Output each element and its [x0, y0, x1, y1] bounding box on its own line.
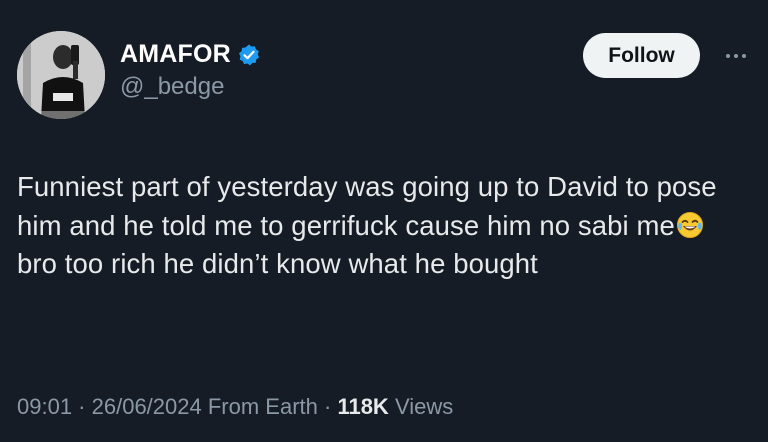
face-with-tears-of-joy-icon — [676, 211, 704, 239]
more-horizontal-icon[interactable] — [718, 44, 754, 68]
tweet-text-part-2: bro too rich he didn’t know what he boug… — [17, 248, 538, 279]
tweet-text: Funniest part of yesterday was going up … — [17, 168, 752, 284]
tweet-time[interactable]: 09:01 — [17, 394, 72, 419]
tweet-text-part-1: Funniest part of yesterday was going up … — [17, 171, 717, 241]
tweet-date[interactable]: 26/06/2024 — [92, 394, 202, 419]
avatar-photo — [17, 31, 105, 119]
avatar[interactable] — [17, 31, 105, 119]
author-block: AMAFOR @_bedge — [120, 40, 261, 101]
meta-separator: · — [72, 394, 92, 419]
display-name[interactable]: AMAFOR — [120, 40, 231, 69]
tweet-meta: 09:01 · 26/06/2024 From Earth · 118K Vie… — [17, 394, 453, 420]
tweet-card: AMAFOR @_bedge Follow Funniest part of y… — [0, 0, 768, 442]
user-handle[interactable]: @_bedge — [120, 73, 261, 101]
name-row: AMAFOR — [120, 40, 261, 69]
follow-button[interactable]: Follow — [583, 33, 700, 78]
views-label: Views — [388, 394, 454, 419]
tweet-source: From Earth — [201, 394, 318, 419]
views-count[interactable]: 118K — [337, 394, 388, 419]
verified-badge-icon — [237, 43, 261, 67]
meta-separator: · — [317, 394, 338, 419]
